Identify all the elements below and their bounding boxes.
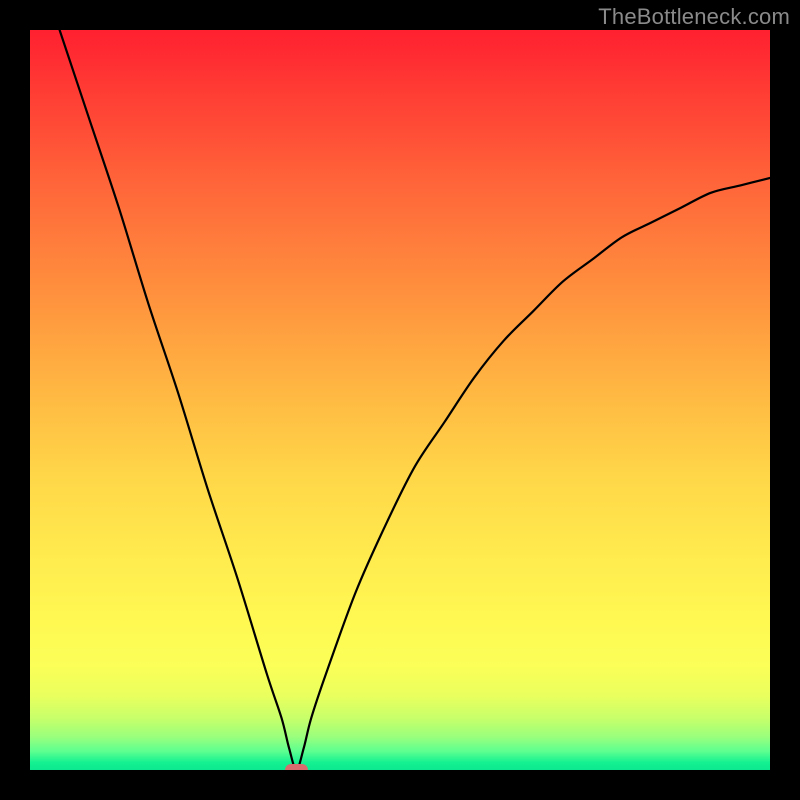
bottleneck-curve <box>30 30 770 770</box>
watermark-text: TheBottleneck.com <box>598 4 790 30</box>
plot-area <box>30 30 770 770</box>
optimum-marker <box>285 764 309 770</box>
